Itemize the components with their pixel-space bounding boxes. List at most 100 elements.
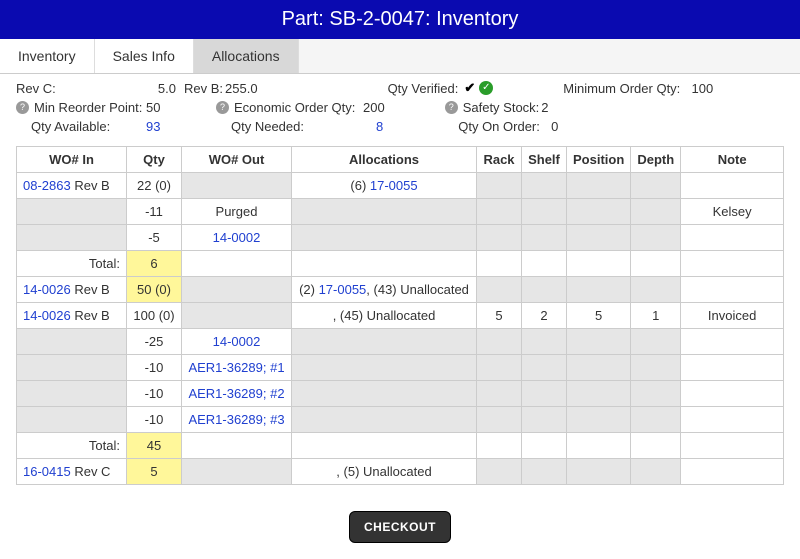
revb-label: Rev B:: [184, 81, 223, 96]
wo-link[interactable]: 14-0026: [23, 308, 71, 323]
rack-cell: [477, 199, 522, 225]
alloc-cell: (2) 17-0055, (43) Unallocated: [292, 277, 477, 303]
table-total-row: Total: 6: [17, 251, 784, 277]
col-wo-in: WO# In: [17, 147, 127, 173]
alloc-link[interactable]: 17-0055: [319, 282, 367, 297]
alloc-cell: , (45) Unallocated: [292, 303, 477, 329]
wo-link[interactable]: 16-0415: [23, 464, 71, 479]
wo-out-link[interactable]: AER1-36289; #3: [188, 412, 284, 427]
alloc-cell: [292, 251, 477, 277]
qty-cell: -10: [127, 407, 182, 433]
qty-needed-value[interactable]: 8: [376, 119, 383, 134]
shelf-cell: [522, 225, 567, 251]
col-note: Note: [681, 147, 784, 173]
depth-cell: [631, 199, 681, 225]
qty-cell: -10: [127, 355, 182, 381]
pos-cell: [567, 433, 631, 459]
help-icon[interactable]: ?: [445, 101, 458, 114]
alloc-cell: [292, 355, 477, 381]
qty-cell: 5: [127, 459, 182, 485]
table-row: -10 AER1-36289; #1: [17, 355, 784, 381]
wo-out-link[interactable]: AER1-36289; #1: [188, 360, 284, 375]
pos-cell: 5: [567, 303, 631, 329]
wo-in-cell: 16-0415 Rev C: [17, 459, 127, 485]
table-total-row: Total: 45: [17, 433, 784, 459]
min-order-label: Minimum Order Qty:: [563, 81, 680, 96]
tab-inventory[interactable]: Inventory: [0, 39, 95, 73]
min-order-value: 100: [692, 81, 714, 96]
wo-out-cell: [182, 433, 292, 459]
wo-link[interactable]: 08-2863: [23, 178, 71, 193]
wo-out-link[interactable]: 14-0002: [213, 334, 261, 349]
wo-in-cell: [17, 407, 127, 433]
checkout-button[interactable]: CHECKOUT: [349, 511, 451, 543]
table-row: 14-0026 Rev B 100 (0) , (45) Unallocated…: [17, 303, 784, 329]
note-cell: [681, 329, 784, 355]
qty-onorder-value: 0: [551, 119, 558, 134]
note-cell: [681, 355, 784, 381]
rack-cell: [477, 173, 522, 199]
page-title: Part: SB-2-0047: Inventory: [0, 0, 800, 39]
eoq-value: 200: [363, 100, 385, 115]
summary-panel: Rev C: 5.0 Rev B:255.0 Qty Verified:✔✓ M…: [0, 74, 800, 144]
depth-cell: [631, 381, 681, 407]
qty-avail-value[interactable]: 93: [146, 119, 160, 134]
wo-in-cell: [17, 381, 127, 407]
footer: CHECKOUT: [0, 495, 800, 559]
wo-out-link[interactable]: 14-0002: [213, 230, 261, 245]
tab-allocations[interactable]: Allocations: [194, 39, 299, 73]
alloc-suffix: , (43) Unallocated: [366, 282, 469, 297]
help-icon[interactable]: ?: [16, 101, 29, 114]
shelf-cell: [522, 199, 567, 225]
depth-cell: [631, 251, 681, 277]
pos-cell: [567, 459, 631, 485]
min-reorder-label: Min Reorder Point:: [34, 100, 142, 115]
verified-badge-icon: ✓: [479, 81, 493, 95]
shelf-cell: [522, 251, 567, 277]
rack-cell: [477, 277, 522, 303]
qty-needed-label: Qty Needed:: [231, 119, 304, 134]
total-label: Total:: [17, 433, 127, 459]
help-icon[interactable]: ?: [216, 101, 229, 114]
col-shelf: Shelf: [522, 147, 567, 173]
pos-cell: [567, 173, 631, 199]
alloc-cell: [292, 199, 477, 225]
qty-cell: 50 (0): [127, 277, 182, 303]
wo-out-cell: [182, 277, 292, 303]
qty-avail-label: Qty Available:: [31, 119, 110, 134]
table-row: -10 AER1-36289; #3: [17, 407, 784, 433]
depth-cell: [631, 277, 681, 303]
shelf-cell: [522, 459, 567, 485]
note-cell: [681, 381, 784, 407]
depth-cell: [631, 407, 681, 433]
qty-cell: -25: [127, 329, 182, 355]
safety-label: Safety Stock:: [463, 100, 540, 115]
pos-cell: [567, 407, 631, 433]
tab-sales-info[interactable]: Sales Info: [95, 39, 194, 73]
alloc-link[interactable]: 17-0055: [370, 178, 418, 193]
col-position: Position: [567, 147, 631, 173]
total-qty: 6: [127, 251, 182, 277]
wo-out-cell: [182, 303, 292, 329]
safety-value: 2: [541, 100, 548, 115]
note-cell: [681, 459, 784, 485]
rack-cell: [477, 225, 522, 251]
pos-cell: [567, 329, 631, 355]
wo-link[interactable]: 14-0026: [23, 282, 71, 297]
depth-cell: [631, 225, 681, 251]
tab-bar: Inventory Sales Info Allocations: [0, 39, 800, 74]
wo-out-link[interactable]: AER1-36289; #2: [188, 386, 284, 401]
depth-cell: 1: [631, 303, 681, 329]
rack-cell: 5: [477, 303, 522, 329]
alloc-cell: [292, 407, 477, 433]
alloc-prefix: (2): [299, 282, 319, 297]
shelf-cell: [522, 355, 567, 381]
revc-label: Rev C:: [16, 81, 56, 96]
alloc-cell: [292, 433, 477, 459]
note-cell: [681, 251, 784, 277]
depth-cell: [631, 173, 681, 199]
qty-cell: -10: [127, 381, 182, 407]
col-alloc: Allocations: [292, 147, 477, 173]
wo-in-cell: [17, 225, 127, 251]
alloc-cell: , (5) Unallocated: [292, 459, 477, 485]
